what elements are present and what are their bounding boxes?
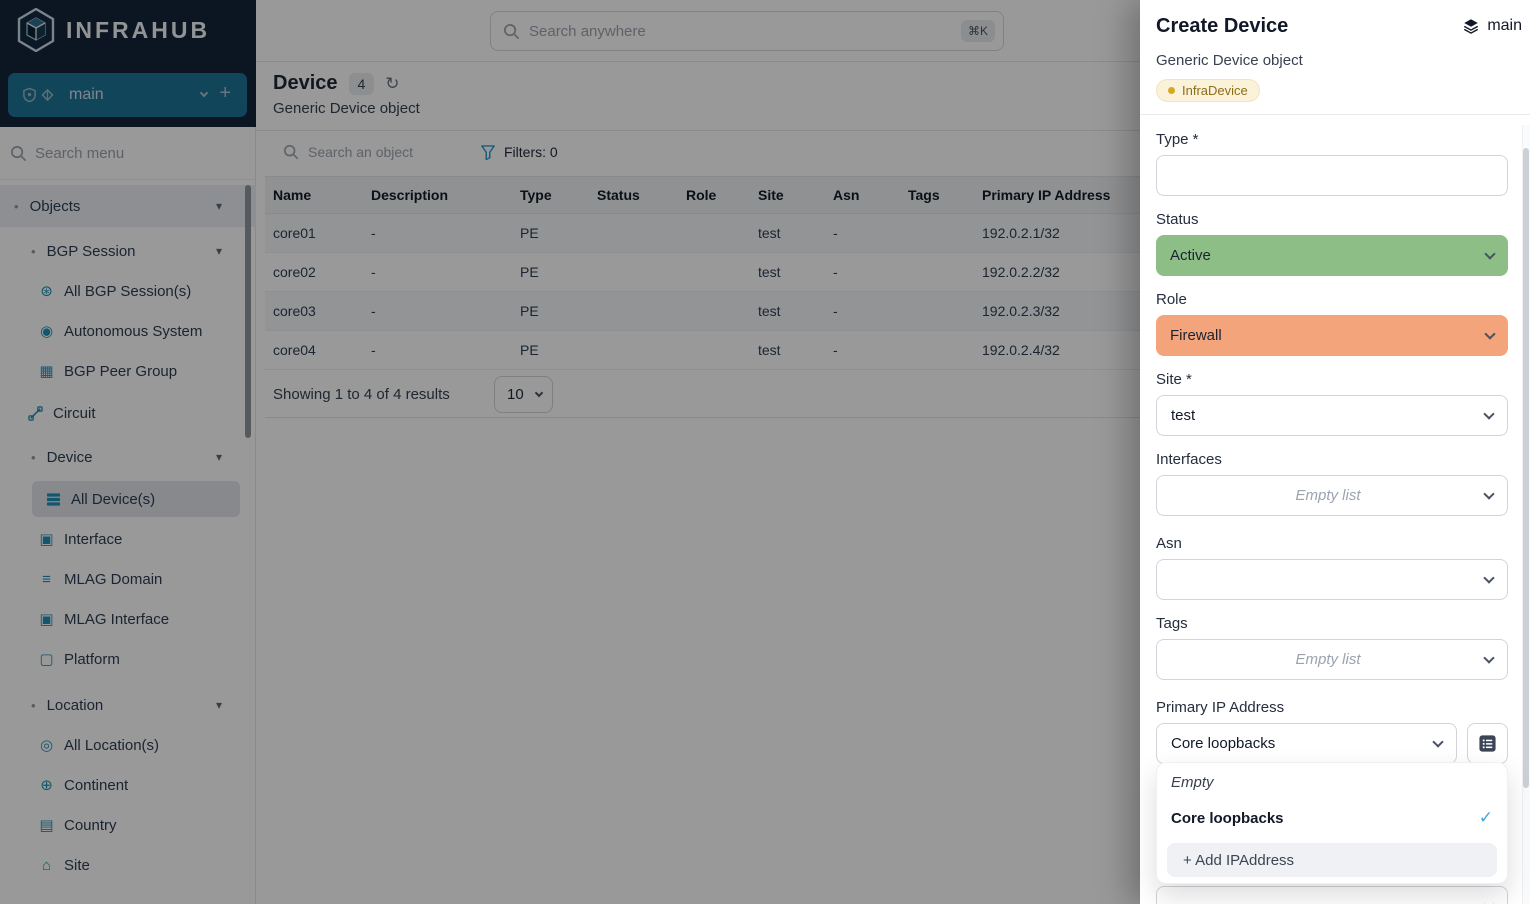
status-select[interactable]: Active: [1156, 235, 1508, 276]
type-input[interactable]: [1156, 155, 1508, 196]
field-role: Role Firewall: [1156, 291, 1508, 356]
kind-badge: InfraDevice: [1156, 79, 1260, 102]
layers-icon: [1462, 17, 1480, 35]
kind-badge-label: InfraDevice: [1182, 83, 1248, 98]
field-label: Tags: [1156, 615, 1508, 632]
field-label: Type *: [1156, 131, 1508, 148]
empty-list-placeholder: Empty list: [1171, 651, 1485, 668]
chevron-down-icon: [1432, 736, 1443, 747]
empty-list-placeholder: Empty list: [1171, 487, 1485, 504]
field-label: Primary IP Address: [1156, 699, 1508, 716]
chevron-down-icon: [1483, 488, 1494, 499]
asn-select[interactable]: [1156, 559, 1508, 600]
chevron-down-icon: [1484, 248, 1495, 259]
chevron-down-icon: [1484, 328, 1495, 339]
drawer-branch-name: main: [1487, 17, 1522, 35]
field-type: Type *: [1156, 131, 1508, 196]
chevron-down-icon: [1483, 408, 1494, 419]
interfaces-select[interactable]: Empty list: [1156, 475, 1508, 516]
primary-ip-select[interactable]: Core loopbacks: [1156, 723, 1457, 764]
app-root: INFRAHUB main +: [0, 0, 1530, 904]
role-value: Firewall: [1170, 327, 1486, 344]
field-site: Site * test: [1156, 371, 1508, 436]
create-device-drawer: Create Device main Generic Device object…: [1140, 0, 1530, 904]
next-field-select-partial[interactable]: [1156, 886, 1508, 904]
option-label: Core loopbacks: [1171, 810, 1479, 827]
ip-list-view-button[interactable]: [1467, 723, 1508, 764]
field-status: Status Active: [1156, 211, 1508, 276]
drawer-scrollbar[interactable]: [1523, 148, 1529, 788]
field-asn: Asn: [1156, 535, 1508, 600]
dropdown-option-core-loopbacks[interactable]: Core loopbacks ✓: [1171, 808, 1493, 828]
drawer-title: Create Device: [1156, 15, 1288, 38]
field-label: Asn: [1156, 535, 1508, 552]
dropdown-option-empty[interactable]: Empty: [1171, 774, 1214, 791]
drawer-subtitle: Generic Device object: [1156, 52, 1303, 69]
chevron-down-icon: [1483, 899, 1494, 904]
status-value: Active: [1170, 247, 1486, 264]
field-label: Site *: [1156, 371, 1508, 388]
tags-select[interactable]: Empty list: [1156, 639, 1508, 680]
field-label: Status: [1156, 211, 1508, 228]
drawer-header-divider: [1140, 114, 1530, 115]
primary-ip-value: Core loopbacks: [1171, 735, 1434, 752]
badge-dot-icon: [1168, 87, 1175, 94]
site-value: test: [1171, 407, 1485, 424]
site-select[interactable]: test: [1156, 395, 1508, 436]
field-interfaces: Interfaces Empty list: [1156, 451, 1508, 516]
list-view-icon: [1478, 734, 1497, 753]
field-primary-ip: Primary IP Address Core loopbacks: [1156, 699, 1508, 764]
field-tags: Tags Empty list: [1156, 615, 1508, 680]
check-icon: ✓: [1479, 808, 1493, 828]
field-label: Role: [1156, 291, 1508, 308]
field-label: Interfaces: [1156, 451, 1508, 468]
chevron-down-icon: [1483, 572, 1494, 583]
chevron-down-icon: [1483, 652, 1494, 663]
add-ipaddress-button[interactable]: + Add IPAddress: [1167, 843, 1497, 877]
role-select[interactable]: Firewall: [1156, 315, 1508, 356]
drawer-branch-indicator: main: [1462, 17, 1522, 35]
primary-ip-dropdown: Empty Core loopbacks ✓ + Add IPAddress: [1156, 762, 1508, 884]
